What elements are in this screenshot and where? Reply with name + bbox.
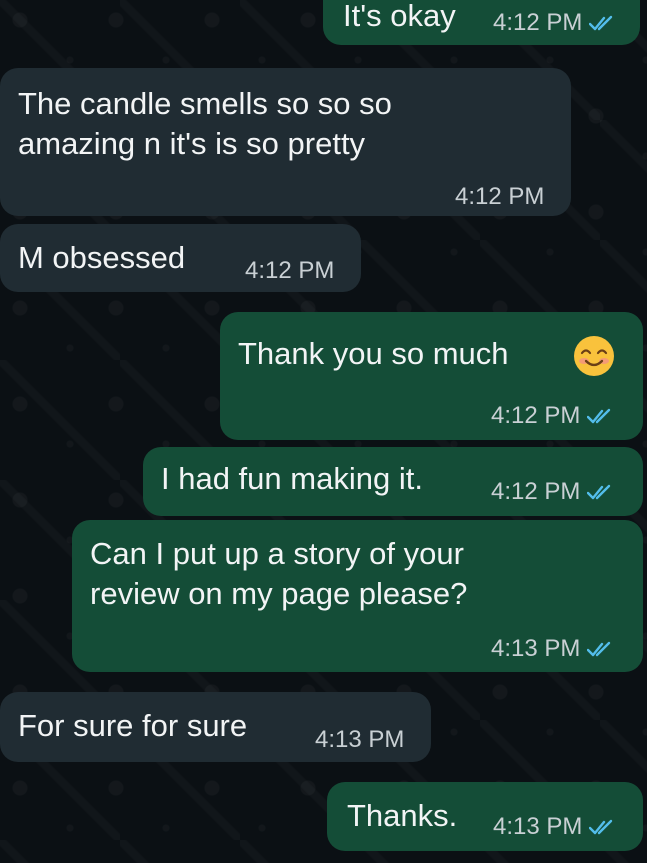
message-text: For sure for sure	[18, 708, 248, 743]
message-time: 4:12 PM	[491, 478, 581, 505]
read-receipt-icon	[589, 15, 613, 31]
read-receipt-icon	[587, 641, 611, 657]
received-message[interactable]: For sure for sure 4:13 PM	[0, 692, 431, 762]
sent-message[interactable]: I had fun making it. 4:12 PM	[143, 447, 643, 516]
message-text: I had fun making it.	[161, 461, 423, 496]
message-time: 4:12 PM	[491, 402, 581, 429]
message-meta: 4:12 PM	[245, 257, 334, 285]
message-meta: 4:12 PM	[493, 9, 617, 37]
sent-message[interactable]: It's okay 4:12 PM	[323, 0, 640, 45]
chat-area: It's okay 4:12 PM The candle smells so s…	[0, 0, 647, 863]
message-meta: 4:13 PM	[315, 726, 404, 754]
sent-message[interactable]: Thank you so much 4:12 PM	[220, 312, 643, 440]
message-text: M obsessed	[18, 240, 186, 275]
message-time: 4:12 PM	[245, 257, 335, 284]
message-meta: 4:12 PM	[455, 183, 544, 211]
sent-message[interactable]: Thanks. 4:13 PM	[327, 782, 643, 851]
sent-message[interactable]: Can I put up a story of your review on m…	[72, 520, 643, 672]
message-meta: 4:13 PM	[491, 635, 615, 663]
message-text: Thank you so much	[238, 336, 509, 371]
message-text: It's okay	[343, 0, 456, 33]
message-text: Thanks.	[347, 798, 458, 833]
message-text: Can I put up a story of your review on m…	[90, 536, 468, 611]
received-message[interactable]: The candle smells so so so amazing n it'…	[0, 68, 571, 216]
message-meta: 4:13 PM	[493, 813, 617, 841]
read-receipt-icon	[587, 484, 611, 500]
message-time: 4:13 PM	[315, 726, 405, 753]
smiling-face-icon	[574, 336, 614, 376]
message-meta: 4:12 PM	[491, 478, 615, 506]
read-receipt-icon	[587, 408, 611, 424]
message-time: 4:12 PM	[493, 9, 583, 36]
message-meta: 4:12 PM	[491, 402, 615, 430]
received-message[interactable]: M obsessed 4:12 PM	[0, 224, 361, 292]
message-time: 4:13 PM	[493, 813, 583, 840]
message-time: 4:13 PM	[491, 635, 581, 662]
message-text: The candle smells so so so amazing n it'…	[18, 86, 392, 161]
message-time: 4:12 PM	[455, 183, 545, 210]
read-receipt-icon	[589, 819, 613, 835]
